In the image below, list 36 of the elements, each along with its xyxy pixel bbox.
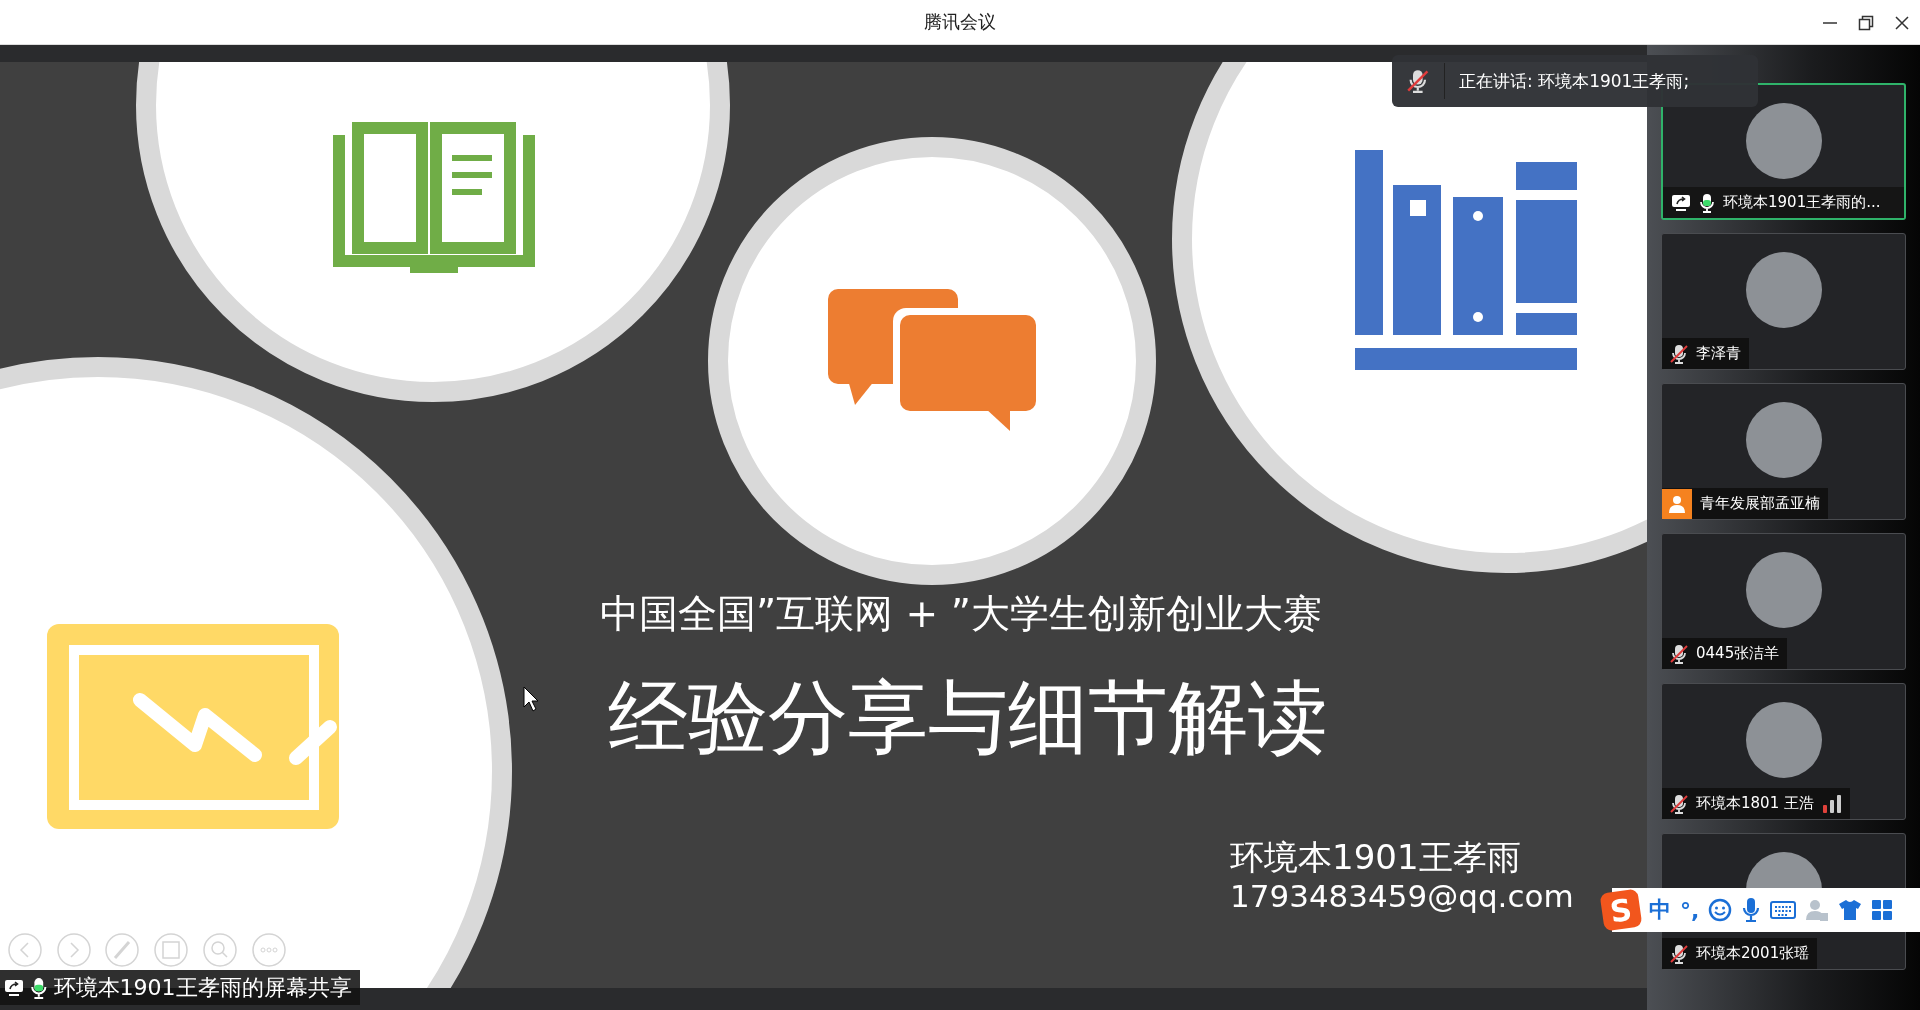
slide-author: 环境本1901王孝雨 xyxy=(1230,836,1521,879)
muted-microphone-icon xyxy=(1670,793,1688,814)
participant-name: 青年发展部孟亚楠 xyxy=(1700,494,1820,513)
muted-microphone-icon xyxy=(1670,643,1688,664)
participant-name: 0445张洁羊 xyxy=(1696,644,1780,663)
close-icon[interactable] xyxy=(1894,14,1910,31)
slide-title: 经验分享与细节解读 xyxy=(608,670,1328,766)
participant-tile[interactable]: 0445张洁羊 xyxy=(1661,533,1906,670)
keyboard-icon[interactable] xyxy=(1770,901,1797,919)
participant-tile[interactable]: 环境本1801 王浩 xyxy=(1661,683,1906,820)
muted-microphone-icon xyxy=(1670,943,1688,964)
screen-share-text: 环境本1901王孝雨的屏幕共享 xyxy=(53,973,352,1002)
mouse-cursor-icon xyxy=(523,686,539,712)
participant-name: 李泽青 xyxy=(1696,344,1741,363)
shirt-icon[interactable] xyxy=(1838,899,1863,921)
microphone-icon[interactable] xyxy=(1741,897,1762,923)
participant-tile[interactable]: 青年发展部孟亚楠 xyxy=(1661,383,1906,520)
whiteboard-icon xyxy=(47,624,339,829)
slide-subtitle: 中国全国”互联网 + ”大学生创新创业大赛 xyxy=(600,590,1322,638)
slide-email: 1793483459@qq.com xyxy=(1230,878,1574,914)
participant-name: 环境本1901王孝雨的... xyxy=(1723,193,1881,212)
punctuation-toggle[interactable]: °, xyxy=(1680,897,1700,923)
smiley-icon[interactable] xyxy=(1708,898,1733,922)
window-title: 腾讯会议 xyxy=(924,10,996,34)
microphone-icon xyxy=(1699,192,1715,213)
participant-name: 环境本2001张瑶 xyxy=(1696,944,1810,963)
person-icon xyxy=(1662,488,1692,519)
bookshelf-icon xyxy=(1355,150,1577,370)
speech-bubbles-icon xyxy=(828,289,1036,431)
grid-icon[interactable] xyxy=(1871,899,1894,921)
participant-tile[interactable]: 李泽青 xyxy=(1661,233,1906,370)
open-book-icon xyxy=(333,122,535,273)
screen-share-icon xyxy=(1671,193,1691,212)
restore-icon[interactable] xyxy=(1858,14,1874,31)
muted-microphone-icon xyxy=(1670,343,1688,364)
participant-name: 环境本1801 王浩 xyxy=(1696,794,1814,813)
